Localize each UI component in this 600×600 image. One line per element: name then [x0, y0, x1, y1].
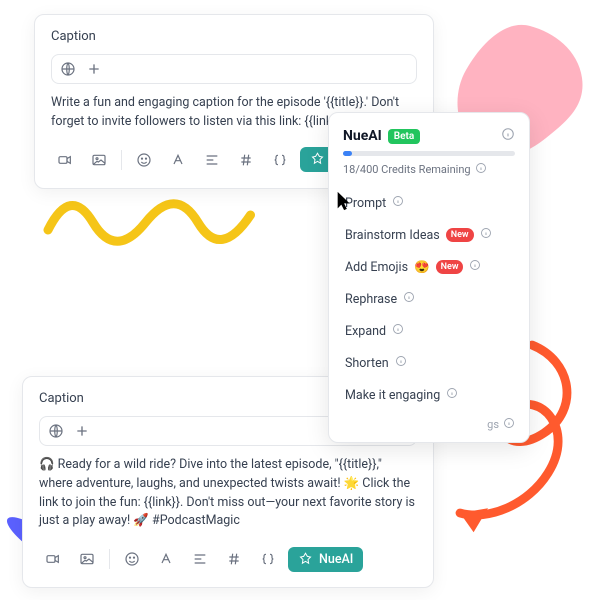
panel-menu: Prompt Brainstorm Ideas New Add Emojis 😍 New R…	[343, 187, 515, 411]
menu-item-label: Expand	[345, 324, 386, 339]
info-icon[interactable]	[392, 323, 404, 339]
menu-item-label: Brainstorm Ideas	[345, 228, 440, 243]
hashtag-icon[interactable]	[232, 146, 260, 174]
info-icon[interactable]	[395, 355, 407, 371]
align-icon[interactable]	[198, 146, 226, 174]
menu-item-expand[interactable]: Expand	[343, 315, 515, 347]
info-icon	[503, 417, 515, 432]
panel-footer-tail: gs	[343, 411, 515, 432]
globe-icon[interactable]	[60, 61, 76, 77]
toolbar-divider	[109, 549, 110, 569]
video-icon[interactable]	[39, 545, 67, 573]
align-icon[interactable]	[186, 545, 214, 573]
menu-item-label: Shorten	[345, 356, 389, 371]
info-icon[interactable]	[469, 259, 481, 275]
font-icon[interactable]	[164, 146, 192, 174]
menu-item-label: Rephrase	[345, 292, 397, 307]
nueai-panel: NueAI Beta 18/400 Credits Remaining Prom…	[328, 112, 530, 443]
menu-item-shorten[interactable]: Shorten	[343, 347, 515, 379]
nueai-button-label: NueAI	[319, 552, 353, 567]
info-icon[interactable]	[480, 227, 492, 243]
credits-text: 18/400 Credits Remaining	[343, 163, 471, 176]
card-title: Caption	[51, 29, 417, 44]
info-icon[interactable]	[446, 387, 458, 403]
credits-progress	[343, 151, 515, 156]
menu-item-make-it-engaging[interactable]: Make it engaging	[343, 379, 515, 411]
panel-title: NueAI	[343, 128, 382, 144]
menu-item-rephrase[interactable]: Rephrase	[343, 283, 515, 315]
variable-icon[interactable]	[254, 545, 282, 573]
menu-item-brainstorm-ideas[interactable]: Brainstorm Ideas New	[343, 219, 515, 251]
nueai-button[interactable]: NueAI	[288, 547, 363, 572]
beta-badge: Beta	[388, 129, 420, 144]
panel-header: NueAI Beta	[343, 127, 515, 145]
hashtag-icon[interactable]	[220, 545, 248, 573]
variable-icon[interactable]	[266, 146, 294, 174]
new-badge: New	[436, 260, 464, 274]
menu-item-add-emojis[interactable]: Add Emojis 😍 New	[343, 251, 515, 283]
info-icon[interactable]	[501, 127, 515, 145]
credits-remaining: 18/400 Credits Remaining	[343, 162, 515, 177]
image-icon[interactable]	[85, 146, 113, 174]
add-platform-button[interactable]	[86, 61, 102, 77]
add-platform-button[interactable]	[74, 423, 90, 439]
info-icon[interactable]	[475, 162, 487, 177]
menu-item-label: Add Emojis	[345, 260, 408, 275]
platform-row	[51, 54, 417, 84]
editor-toolbar: NueAI	[39, 545, 417, 573]
cursor-pointer-icon	[334, 190, 356, 216]
menu-item-prompt[interactable]: Prompt	[343, 187, 515, 219]
caption-text[interactable]: 🎧 Ready for a wild ride? Dive into the l…	[39, 456, 417, 531]
toolbar-divider	[121, 150, 122, 170]
image-icon[interactable]	[73, 545, 101, 573]
new-badge: New	[446, 228, 474, 242]
info-icon[interactable]	[392, 195, 404, 211]
menu-item-emoji: 😍	[414, 260, 430, 275]
globe-icon[interactable]	[48, 423, 64, 439]
emoji-icon[interactable]	[118, 545, 146, 573]
video-icon[interactable]	[51, 146, 79, 174]
info-icon[interactable]	[403, 291, 415, 307]
menu-item-label: Make it engaging	[345, 388, 440, 403]
font-icon[interactable]	[152, 545, 180, 573]
emoji-icon[interactable]	[130, 146, 158, 174]
